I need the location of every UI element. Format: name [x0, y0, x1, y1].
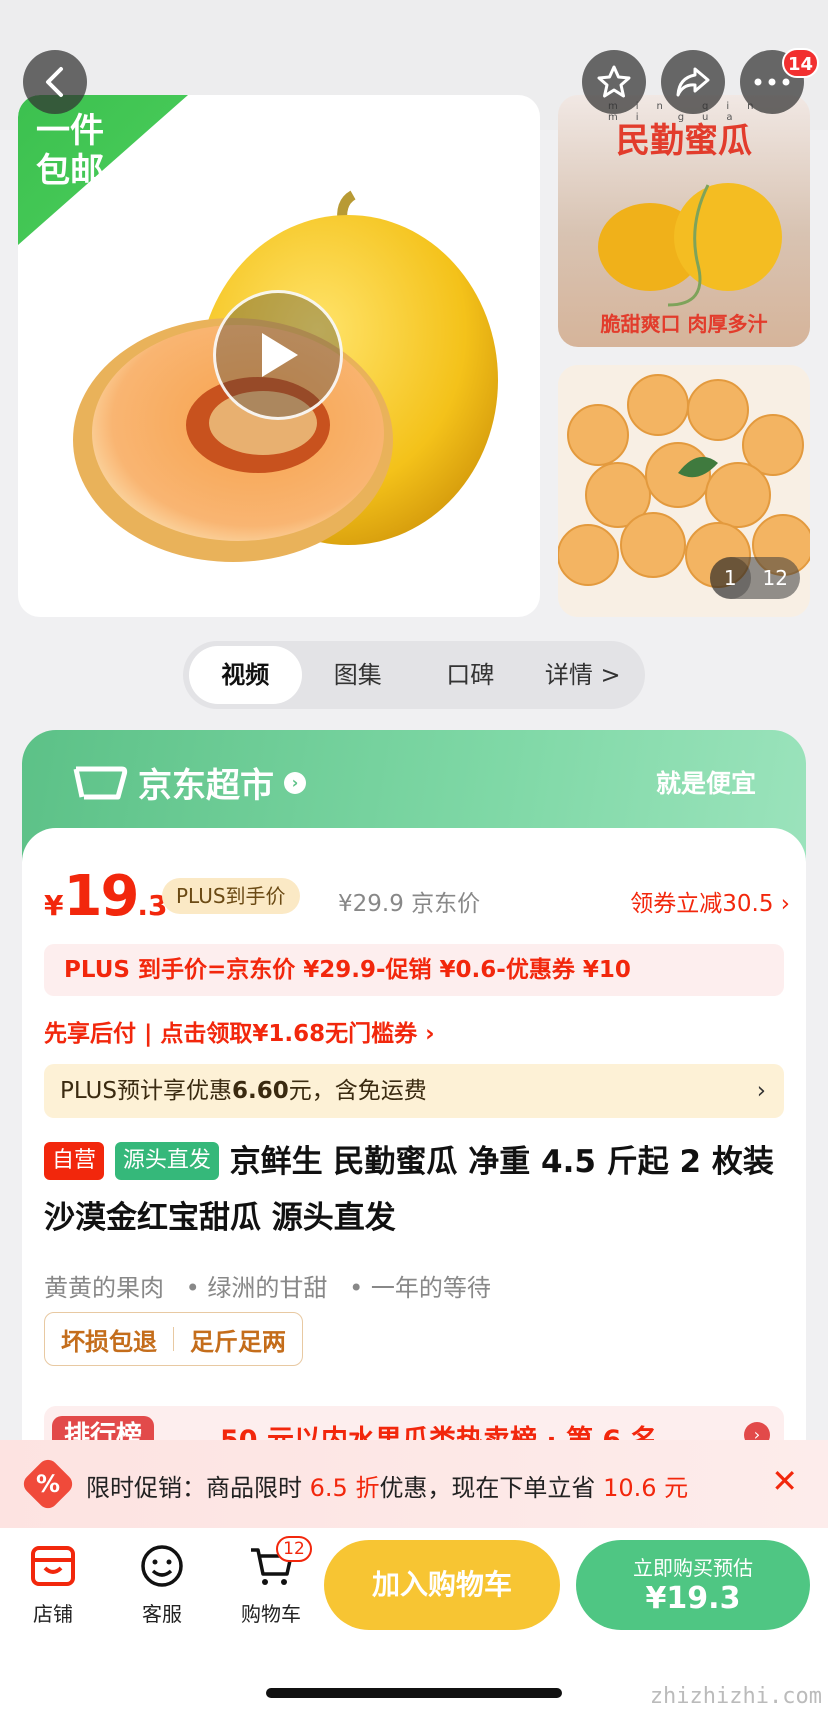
feature-item: • 一年的等待 — [349, 1274, 491, 1302]
cart-label: 购物车 — [241, 1602, 301, 1626]
add-to-cart-button[interactable]: 加入购物车 — [324, 1540, 560, 1630]
service-full-weight: 足斤足两 — [190, 1327, 286, 1356]
jd-logo-icon — [73, 766, 128, 799]
service-damage-return: 坏损包退 — [61, 1327, 157, 1356]
plus-savings-prefix: PLUS预计享优惠 — [60, 1078, 232, 1104]
service-guarantees[interactable]: 坏损包退 足斤足两 — [44, 1312, 303, 1366]
plus-savings-bar[interactable]: PLUS预计享优惠6.60元，含免运费 › — [44, 1064, 784, 1118]
chevron-left-icon — [46, 67, 63, 97]
promo-message: 限时促销：商品限时 6.5 折优惠，现在下单立省 10.6 元 — [86, 1468, 688, 1503]
plus-savings-amount: 6.60 — [231, 1078, 289, 1104]
pager-current: 1 — [709, 557, 751, 599]
gallery-thumbnail-2[interactable]: 1 12 — [558, 365, 810, 617]
share-button[interactable] — [661, 50, 725, 114]
price-display: ¥ 19 .3 — [44, 864, 168, 929]
plus-price-tag: PLUS到手价 — [162, 878, 300, 914]
pay-later-link[interactable]: 先享后付 | 点击领取¥1.68无门槛券 › — [44, 1014, 435, 1048]
star-icon — [597, 65, 631, 98]
thumbnail-caption: 脆甜爽口 肉厚多汁 — [600, 312, 768, 336]
gallery-pager: 1 12 — [709, 557, 800, 599]
play-video-button[interactable] — [213, 290, 343, 420]
home-indicator — [266, 1688, 562, 1698]
close-icon[interactable]: ✕ — [771, 1462, 798, 1500]
melon-pair-image — [598, 183, 782, 307]
message-count-badge: 14 — [782, 48, 820, 78]
store-icon — [31, 1546, 75, 1586]
favorite-button[interactable] — [582, 50, 646, 114]
promo-discount: 6.5 折 — [309, 1474, 380, 1502]
coupon-link[interactable]: 领券立减30.5 › — [630, 884, 790, 918]
chat-smile-icon — [141, 1545, 183, 1587]
buy-now-button[interactable]: 立即购买预估 ¥19.3 — [576, 1540, 810, 1630]
buy-now-label: 立即购买预估 — [633, 1556, 753, 1580]
store-button[interactable]: 店铺 — [8, 1544, 98, 1627]
product-info-card: ¥ 19 .3 PLUS到手价 ¥29.9 京东价 领券立减30.5 › PLU… — [22, 828, 806, 1462]
pager-total: 12 — [762, 566, 788, 590]
store-brand[interactable]: 京东超市 › — [72, 758, 306, 807]
gallery-thumbnail-1[interactable]: min qin mi gua 民勤蜜瓜 脆甜爽口 肉厚多汁 — [558, 95, 810, 347]
chevron-right-icon: › — [756, 1078, 766, 1104]
main-video-preview[interactable]: 一件包邮 — [18, 95, 540, 617]
discount-icon: % — [19, 1455, 77, 1513]
play-icon — [262, 333, 298, 377]
tab-details[interactable]: 详情 > — [527, 646, 640, 704]
price-integer: 19 — [63, 864, 139, 929]
currency-symbol: ¥ — [44, 889, 64, 922]
tab-reviews[interactable]: 口碑 — [414, 646, 527, 704]
store-label: 店铺 — [33, 1602, 73, 1626]
store-slogan: 就是便宜 — [655, 769, 756, 798]
more-dots-icon — [754, 78, 790, 86]
store-name: 京东超市 — [138, 766, 274, 806]
buy-now-price: ¥19.3 — [645, 1581, 741, 1616]
service-label: 客服 — [142, 1602, 182, 1626]
back-button[interactable] — [23, 50, 87, 114]
promo-prefix: 限时促销：商品限时 — [86, 1474, 310, 1502]
chevron-right-icon: › — [284, 771, 306, 794]
promo-middle: 优惠，现在下单立省 — [379, 1474, 604, 1502]
direct-origin-tag: 源头直发 — [114, 1142, 219, 1180]
plus-savings-suffix: 元，含免运费 — [288, 1078, 427, 1104]
limited-promo-bar[interactable]: % 限时促销：商品限时 6.5 折优惠，现在下单立省 10.6 元 ✕ — [0, 1440, 828, 1528]
feature-item: • 绿洲的甘甜 — [185, 1274, 328, 1302]
discount-symbol: % — [35, 1469, 61, 1498]
media-tabs: 视频 图集 口碑 详情 > — [183, 641, 645, 709]
customer-service-button[interactable]: 客服 — [117, 1544, 207, 1627]
tab-gallery[interactable]: 图集 — [302, 646, 415, 704]
product-features: 黄黄的果肉 • 绿洲的甘甜 • 一年的等待 — [44, 1268, 505, 1303]
share-icon — [676, 67, 710, 97]
promo-saving: 10.6 元 — [603, 1474, 689, 1502]
bottom-action-bar: 店铺 客服 12 购物车 加入购物车 立即购买预估 ¥19.3 zhizhizh… — [0, 1528, 828, 1715]
watermark: zhizhizhi.com — [649, 1684, 822, 1709]
cart-button[interactable]: 12 购物车 — [226, 1536, 316, 1627]
self-operated-tag: 自营 — [44, 1142, 105, 1180]
jd-original-price: ¥29.9 京东价 — [338, 891, 481, 917]
feature-item: 黄黄的果肉 — [44, 1274, 164, 1302]
free-shipping-label: 一件包邮 — [36, 111, 104, 191]
cart-count-badge: 12 — [276, 1536, 312, 1562]
tab-video[interactable]: 视频 — [189, 646, 302, 704]
price-formula: PLUS 到手价=京东价 ¥29.9-促销 ¥0.6-优惠券 ¥10 — [44, 944, 784, 996]
product-title-block: 自营 源头直发 京鲜生 民勤蜜瓜 净重 4.5 斤起 2 枚装 沙漠金红宝甜瓜 … — [44, 1134, 784, 1246]
